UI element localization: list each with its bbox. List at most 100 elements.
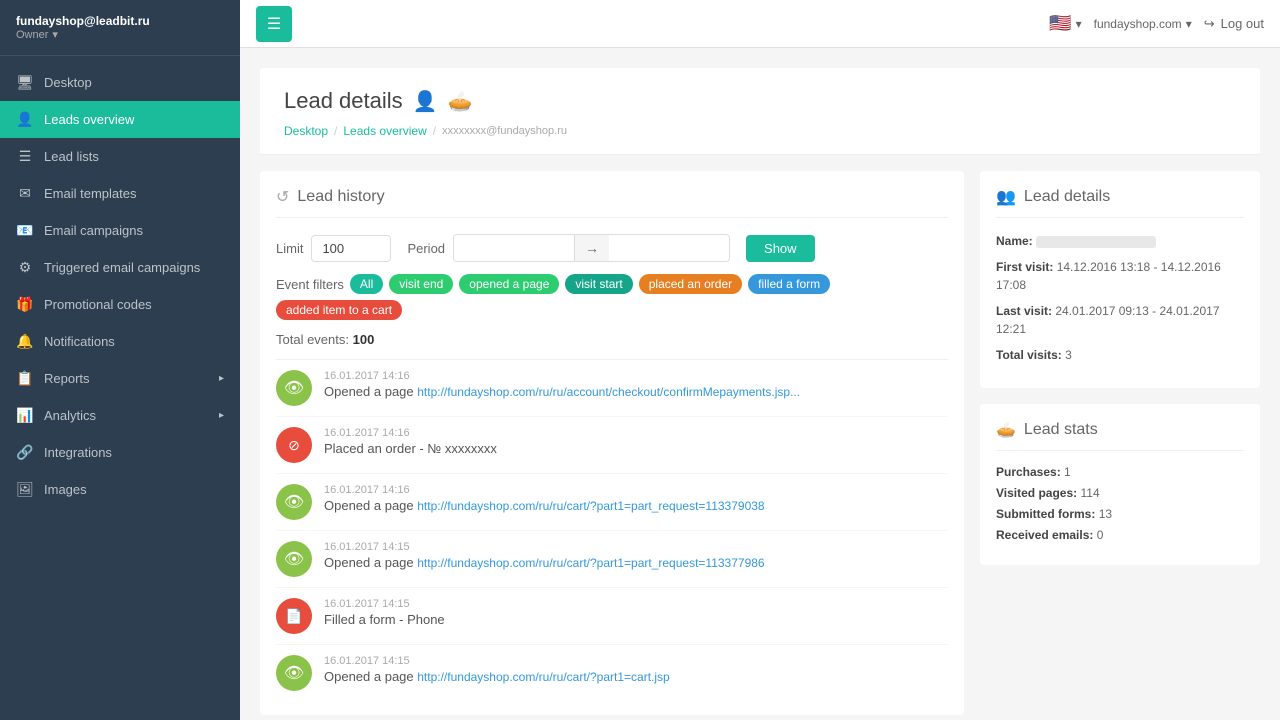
breadcrumb-sep: / <box>334 124 337 138</box>
panel-title-text: Lead history <box>297 188 384 206</box>
filter-tag-added-cart[interactable]: added item to a cart <box>276 300 402 320</box>
language-selector[interactable]: 🇺🇸 ▾ <box>1049 13 1081 34</box>
event-time: 16.01.2017 14:16 <box>324 484 948 496</box>
eye-icon: 👁 <box>276 541 312 577</box>
period-start-input[interactable] <box>454 236 574 261</box>
promo-icon: 🎁 <box>16 296 34 313</box>
purchases-value: 1 <box>1064 465 1071 479</box>
filter-tag-all[interactable]: All <box>350 274 383 294</box>
list-item: 👁 16.01.2017 14:15 Opened a page http://… <box>276 645 948 699</box>
event-content: 16.01.2017 14:16 Placed an order - № xxx… <box>324 427 948 456</box>
lead-name-row: Name: <box>996 232 1244 250</box>
main-area: ☰ 🇺🇸 ▾ fundayshop.com ▾ ↪ Log out Lead d… <box>240 0 1280 720</box>
sidebar-item-label: Analytics <box>44 408 96 423</box>
menu-button[interactable]: ☰ <box>256 6 292 42</box>
total-events-label: Total events: <box>276 332 349 347</box>
logout-button[interactable]: ↪ Log out <box>1204 16 1264 32</box>
pie-chart-icon: 🥧 <box>996 420 1016 440</box>
event-desc: Opened a page http://fundayshop.com/ru/r… <box>324 498 948 513</box>
menu-icon: ☰ <box>267 14 281 34</box>
lead-details-title: 👥 Lead details <box>996 187 1244 218</box>
sidebar-item-label: Promotional codes <box>44 297 152 312</box>
order-icon: ⊘ <box>276 427 312 463</box>
page-header: Lead details 👤 🥧 Desktop / Leads overvie… <box>260 68 1260 155</box>
sidebar-item-leads-overview[interactable]: 👤 Leads overview <box>0 101 240 138</box>
sidebar-item-label: Reports <box>44 371 90 386</box>
list-item: 👁 16.01.2017 14:15 Opened a page http://… <box>276 531 948 588</box>
sidebar-item-email-templates[interactable]: ✉ Email templates <box>0 175 240 212</box>
lead-history-panel: ↺ Lead history Limit Period → <box>260 171 964 715</box>
list-item: 👁 16.01.2017 14:16 Opened a page http://… <box>276 360 948 417</box>
event-link[interactable]: http://fundayshop.com/ru/ru/account/chec… <box>417 385 800 399</box>
event-content: 16.01.2017 14:16 Opened a page http://fu… <box>324 484 948 513</box>
total-events-value: 100 <box>353 332 375 347</box>
period-label: Period <box>407 241 445 256</box>
event-content: 16.01.2017 14:15 Opened a page http://fu… <box>324 655 948 684</box>
limit-filter: Limit <box>276 235 391 262</box>
sidebar-item-notifications[interactable]: 🔔 Notifications <box>0 323 240 360</box>
leads-overview-icon: 👤 <box>16 111 34 128</box>
content-area: Lead details 👤 🥧 Desktop / Leads overvie… <box>240 48 1280 720</box>
integrations-icon: 🔗 <box>16 444 34 461</box>
sidebar-item-label: Images <box>44 482 87 497</box>
filter-tag-visit-start[interactable]: visit start <box>565 274 632 294</box>
main-grid: ↺ Lead history Limit Period → <box>260 171 1260 715</box>
sidebar-item-lead-lists[interactable]: ☰ Lead lists <box>0 138 240 175</box>
analytics-icon: 📊 <box>16 407 34 424</box>
sidebar-item-label: Integrations <box>44 445 112 460</box>
chevron-down-icon: ▾ <box>1076 17 1082 31</box>
event-desc: Placed an order - № xxxxxxxx <box>324 441 948 456</box>
submitted-forms-label: Submitted forms: <box>996 507 1095 521</box>
submitted-forms-row: Submitted forms: 13 <box>996 507 1244 521</box>
filter-tag-filled-form[interactable]: filled a form <box>748 274 830 294</box>
flag-icon: 🇺🇸 <box>1049 13 1071 34</box>
received-emails-value: 0 <box>1097 528 1104 542</box>
show-button[interactable]: Show <box>746 235 815 262</box>
user-icon: 👤 <box>413 89 438 114</box>
sidebar-item-analytics[interactable]: 📊 Analytics ▸ <box>0 397 240 434</box>
domain-label: fundayshop.com <box>1094 17 1182 31</box>
filter-tag-placed-order[interactable]: placed an order <box>639 274 742 294</box>
event-content: 16.01.2017 14:15 Opened a page http://fu… <box>324 541 948 570</box>
sidebar-item-label: Notifications <box>44 334 115 349</box>
event-link[interactable]: http://fundayshop.com/ru/ru/cart/?part1=… <box>417 499 764 513</box>
event-time: 16.01.2017 14:16 <box>324 370 948 382</box>
visited-pages-label: Visited pages: <box>996 486 1077 500</box>
logout-label: Log out <box>1221 16 1264 31</box>
sidebar-item-triggered-email[interactable]: ⚙ Triggered email campaigns <box>0 249 240 286</box>
domain-selector[interactable]: fundayshop.com ▾ <box>1094 17 1192 31</box>
first-visit-label: First visit: <box>996 260 1053 274</box>
limit-label: Limit <box>276 241 303 256</box>
event-link[interactable]: http://fundayshop.com/ru/ru/cart/?part1=… <box>417 556 764 570</box>
email-campaigns-icon: 📧 <box>16 222 34 239</box>
filter-tag-visit-end[interactable]: visit end <box>389 274 453 294</box>
lead-history-title: ↺ Lead history <box>276 187 948 218</box>
event-content: 16.01.2017 14:15 Filled a form - Phone <box>324 598 948 627</box>
visited-pages-value: 114 <box>1080 486 1099 500</box>
total-visits-label: Total visits: <box>996 348 1062 362</box>
sidebar-item-reports[interactable]: 📋 Reports ▸ <box>0 360 240 397</box>
list-item: ⊘ 16.01.2017 14:16 Placed an order - № x… <box>276 417 948 474</box>
sidebar-item-label: Email templates <box>44 186 136 201</box>
lead-details-title-text: Lead details <box>1024 188 1110 206</box>
filter-tag-opened-page[interactable]: opened a page <box>459 274 559 294</box>
lead-details-card: 👥 Lead details Name: First visit: 14.12.… <box>980 171 1260 388</box>
sidebar-item-label: Leads overview <box>44 112 134 127</box>
breadcrumb-desktop[interactable]: Desktop <box>284 124 328 138</box>
breadcrumb-leads-overview[interactable]: Leads overview <box>343 124 426 138</box>
sidebar-item-desktop[interactable]: 🖥 Desktop <box>0 64 240 101</box>
right-panel: 👥 Lead details Name: First visit: 14.12.… <box>980 171 1260 715</box>
received-emails-row: Received emails: 0 <box>996 528 1244 542</box>
event-filters-label: Event filters <box>276 277 344 292</box>
lead-name-value <box>1036 236 1156 248</box>
last-visit-label: Last visit: <box>996 304 1052 318</box>
sidebar-item-images[interactable]: 🖼 Images <box>0 471 240 508</box>
sidebar-item-promo-codes[interactable]: 🎁 Promotional codes <box>0 286 240 323</box>
period-end-input[interactable] <box>609 236 729 261</box>
total-events: Total events: 100 <box>276 332 948 347</box>
sidebar-item-integrations[interactable]: 🔗 Integrations <box>0 434 240 471</box>
sidebar-item-email-campaigns[interactable]: 📧 Email campaigns <box>0 212 240 249</box>
event-link[interactable]: http://fundayshop.com/ru/ru/cart/?part1=… <box>417 670 669 684</box>
eye-icon: 👁 <box>276 370 312 406</box>
limit-input[interactable] <box>311 235 391 262</box>
